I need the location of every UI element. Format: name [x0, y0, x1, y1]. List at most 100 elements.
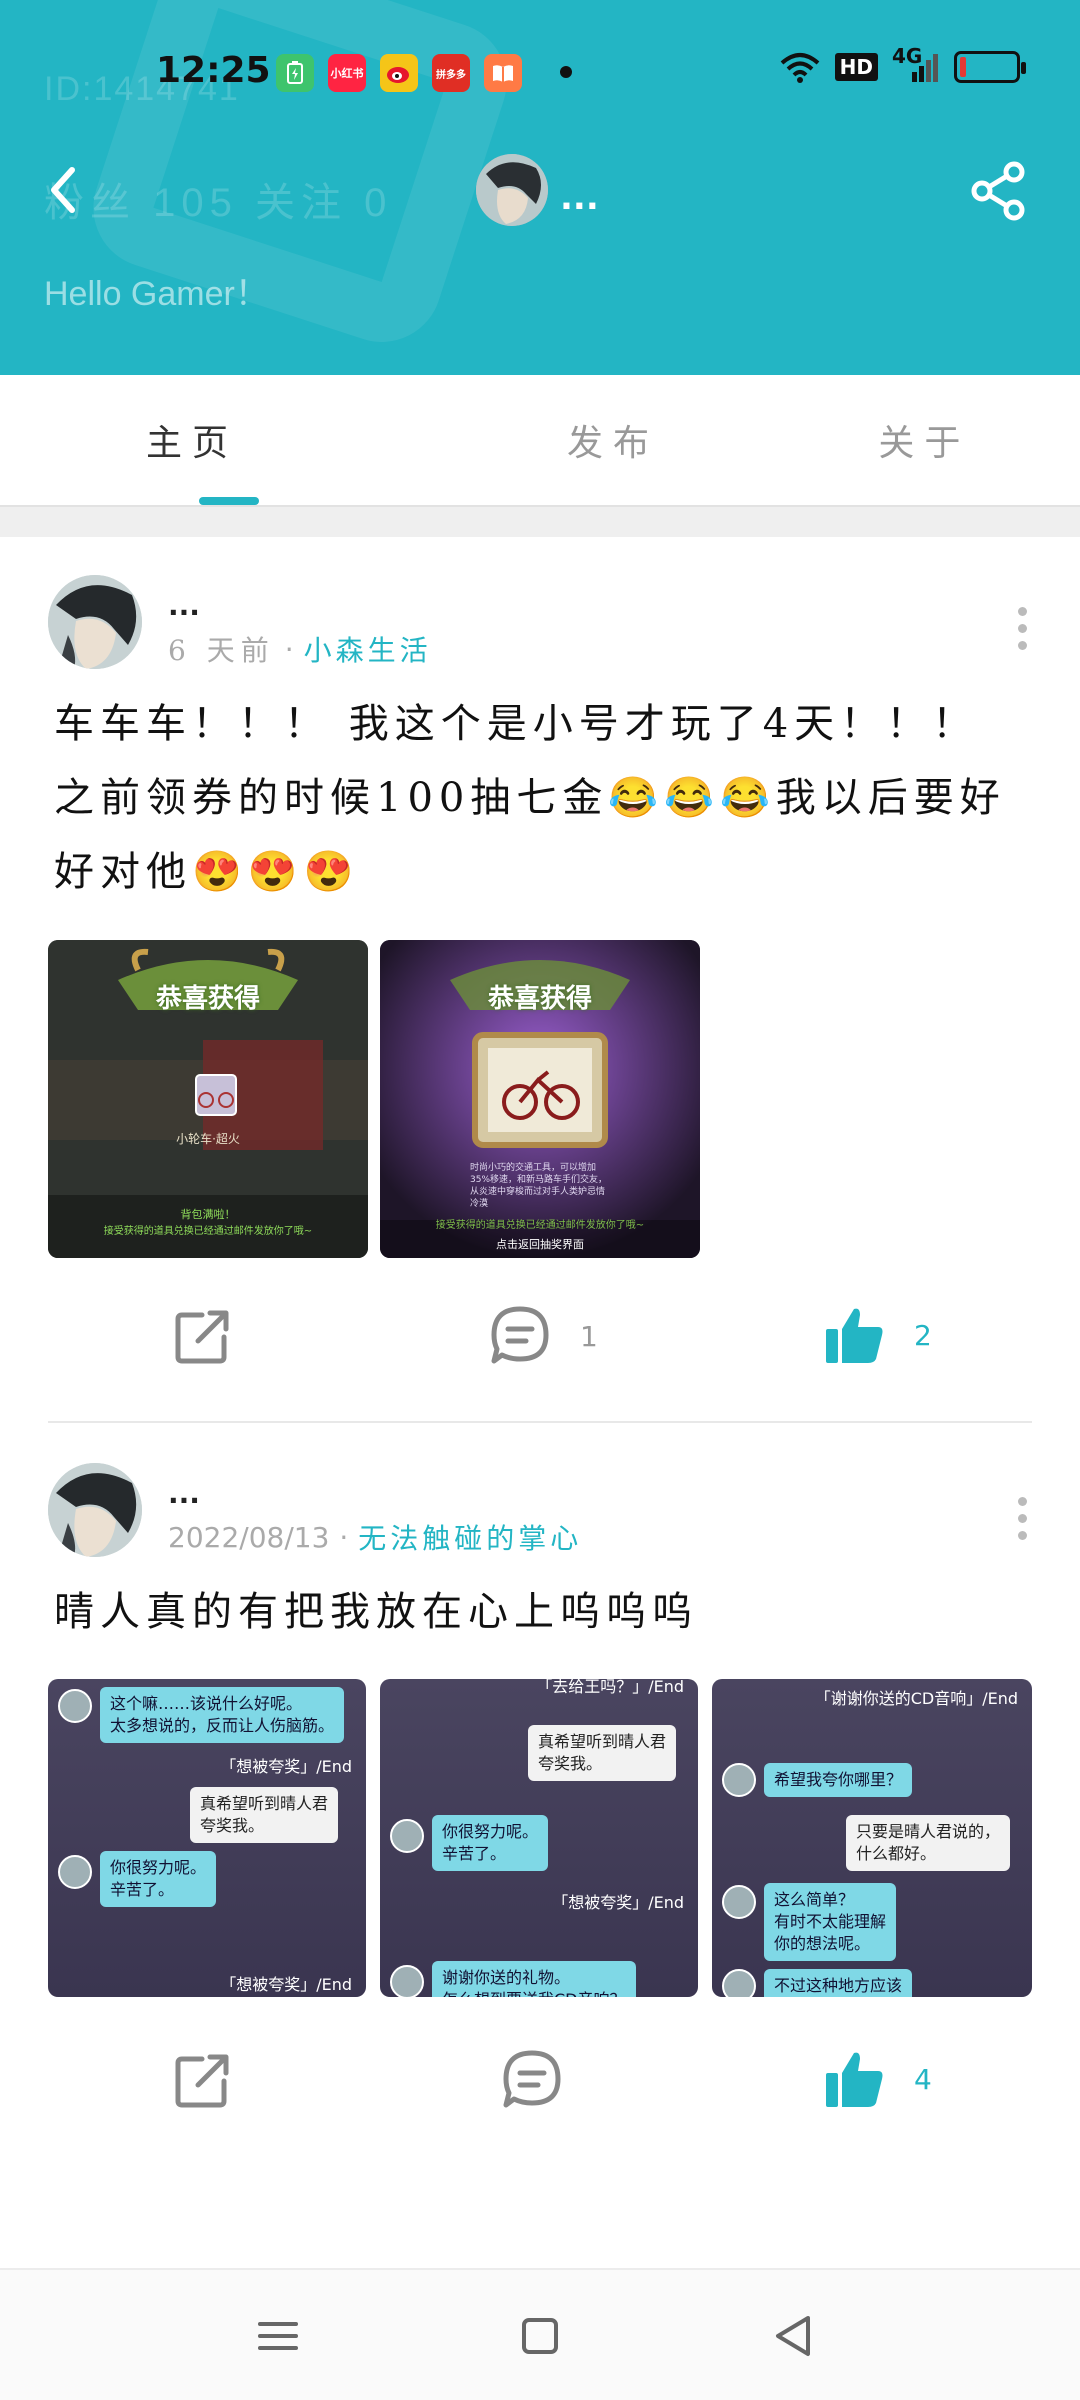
- chat-avatar: [722, 1763, 756, 1797]
- home-square-icon: [522, 2318, 558, 2354]
- reward-banner: 恭喜获得: [487, 984, 592, 1014]
- like-count: 2: [914, 1318, 932, 1352]
- reward-item-desc: 时尚小巧的交通工具，可以增加35%移速，和新马路车手们交友，从炎速中穿梭而过对手…: [470, 1163, 608, 1209]
- chat-end-tag: 「想被夸奖」/End: [220, 1975, 352, 1994]
- chat-bubble: 这么简单？ 有时不太能理解 你的想法呢。: [764, 1883, 897, 1961]
- author-name[interactable]: ...: [168, 1477, 200, 1510]
- post-meta: 6 天前 · 小森生活: [168, 629, 432, 669]
- post-image[interactable]: 恭喜获得 小轮车·超火 背包满啦！ 接受获得的道具兑换已经通过邮件发放你了哦~: [48, 940, 368, 1258]
- share-icon: [971, 161, 1025, 221]
- header-username: ...: [560, 178, 599, 218]
- profile-header: ID:1414741 粉丝 105 关注 0 Hello Gamer！ 12:2…: [0, 0, 1080, 375]
- external-share-icon: [175, 2054, 229, 2108]
- tab-posts[interactable]: 发布: [457, 375, 768, 505]
- post-topic[interactable]: 小森生活: [304, 629, 432, 669]
- comment-button[interactable]: [500, 2049, 592, 2111]
- reward-item-name: 小轮车·超火: [176, 1132, 240, 1146]
- like-button[interactable]: 2: [824, 1305, 932, 1365]
- chat-end-tag: 「去给王吗？」/End: [536, 1679, 684, 1696]
- post-time: 2022/08/13: [168, 1520, 330, 1554]
- thumbs-up-icon: [826, 1308, 883, 1363]
- hd-badge: HD: [834, 53, 878, 81]
- chat-end-tag: 「谢谢你送的CD音响」/End: [814, 1689, 1018, 1708]
- post-actions: 4: [0, 2049, 1080, 2149]
- system-nav-bar: [0, 2268, 1080, 2400]
- share-post-button[interactable]: [172, 2049, 234, 2111]
- back-triangle-icon: [776, 2316, 810, 2356]
- section-divider: [0, 505, 1080, 537]
- xiaohongshu-icon: 小红书: [328, 54, 366, 92]
- chat-end-tag: 「想被夸奖」/End: [552, 1893, 684, 1912]
- post-card: ... 6 天前 · 小森生活 车车车！！！ 我这个是小号才玩了4天！！！ 之前…: [0, 537, 1080, 1427]
- tab-home[interactable]: 主页: [0, 375, 457, 505]
- post-image[interactable]: 「谢谢你送的CD音响」/End 希望我夸你哪里？ 只要是晴人君说的， 什么都好。…: [712, 1679, 1032, 1997]
- status-time: 12:25: [156, 50, 271, 91]
- back-arrow-icon: [51, 167, 75, 213]
- battery-app-icon: [276, 54, 314, 92]
- chat-bubble: 只要是晴人君说的， 什么都好。: [845, 1815, 1010, 1871]
- chat-bubble: 不过这种地方应该: [764, 1969, 913, 1997]
- reward-footer: 背包满啦！: [180, 1208, 236, 1221]
- post-image[interactable]: 恭喜获得 时尚小巧的交通工具，可以增加35%移速，和新马路车手们交友，从炎速中穿…: [380, 940, 700, 1258]
- reward-footer: 接受获得的道具兑换已经通过邮件发放你了哦~: [435, 1220, 645, 1231]
- chat-bubble: 真希望听到晴人君 夸奖我。: [189, 1787, 338, 1843]
- chat-end-tag: 「想被夸奖」/End: [220, 1757, 352, 1776]
- return-to-draw-button: 点击返回抽奖界面: [496, 1238, 584, 1251]
- more-options-button[interactable]: [1014, 1497, 1030, 1540]
- reader-icon: [484, 54, 522, 92]
- chat-bubble: 谢谢你送的礼物。 怎么想到要送我CD音响？: [432, 1961, 636, 1997]
- chat-avatar: [390, 1819, 424, 1853]
- chat-avatar: [722, 1969, 756, 1997]
- avatar[interactable]: [48, 1463, 142, 1557]
- avatar[interactable]: [48, 575, 142, 669]
- thumbs-up-icon: [826, 2052, 883, 2107]
- status-bar: 12:25 小红书 拼多多 HD 4G: [0, 0, 1080, 140]
- more-options-button[interactable]: [1014, 607, 1030, 650]
- post-text: 车车车！！！ 我这个是小号才玩了4天！！！ 之前领券的时候100抽七金😂😂😂我以…: [54, 701, 1006, 895]
- back-button[interactable]: [40, 160, 90, 220]
- post-topic[interactable]: 无法触碰的掌心: [358, 1517, 582, 1557]
- comment-icon: [503, 2050, 561, 2108]
- chat-avatar: [58, 1689, 92, 1723]
- comment-icon: [491, 1306, 549, 1364]
- comment-button[interactable]: 1: [488, 1305, 598, 1367]
- chat-avatar: [722, 1885, 756, 1919]
- signal-icon: 4G: [892, 44, 940, 84]
- more-dot: [1017, 1514, 1027, 1523]
- chat-avatar: [390, 1965, 424, 1997]
- header-background-stats: 粉丝 105 关注 0: [44, 181, 393, 225]
- pinduoduo-icon: 拼多多: [432, 54, 470, 92]
- header-avatar[interactable]: [476, 154, 548, 226]
- chat-avatar: [58, 1855, 92, 1889]
- more-dot: [1017, 607, 1027, 616]
- post-meta: 2022/08/13 · 无法触碰的掌心: [168, 1517, 582, 1557]
- share-button[interactable]: [968, 160, 1030, 222]
- more-dot: [1017, 624, 1027, 633]
- author-name[interactable]: ...: [168, 589, 200, 622]
- menu-nav-button[interactable]: [248, 2306, 308, 2366]
- more-dot: [1017, 1531, 1027, 1540]
- post-image[interactable]: 这个嘛……该说什么好呢。 太多想说的，反而让人伤脑筋。 「想被夸奖」/End 真…: [48, 1679, 366, 1997]
- status-right: HD 4G: [779, 44, 1026, 84]
- reward-footer-note: 接受获得的道具兑换已经通过邮件发放你了哦~: [103, 1226, 313, 1237]
- meta-separator: ·: [284, 632, 294, 666]
- like-button[interactable]: 4: [824, 2049, 932, 2109]
- chat-bubble: 你很努力呢。 辛苦了。: [100, 1851, 217, 1907]
- chat-bubble: 你很努力呢。 辛苦了。: [432, 1815, 549, 1871]
- profile-tabs: 主页 发布 关于: [0, 375, 1080, 505]
- weibo-icon: [380, 54, 418, 92]
- share-post-button[interactable]: [172, 1305, 234, 1367]
- like-count: 4: [914, 2062, 932, 2096]
- header-greeting: Hello Gamer！: [44, 275, 269, 313]
- chat-bubble: 这个嘛……该说什么好呢。 太多想说的，反而让人伤脑筋。: [100, 1687, 345, 1743]
- post-text: 晴人真的有把我放在心上呜呜呜: [54, 1589, 698, 1635]
- back-nav-button[interactable]: [764, 2306, 824, 2366]
- reward-banner: 恭喜获得: [155, 984, 260, 1014]
- menu-icon: [258, 2322, 298, 2350]
- home-nav-button[interactable]: [510, 2306, 570, 2366]
- chat-bubble: 真希望听到晴人君 夸奖我。: [527, 1725, 676, 1781]
- tab-about[interactable]: 关于: [769, 375, 1080, 505]
- post-image[interactable]: 「去给王吗？」/End 真希望听到晴人君 夸奖我。 你很努力呢。 辛苦了。 「想…: [380, 1679, 698, 1997]
- notification-dot: [560, 66, 572, 78]
- post-actions: 1 2: [0, 1305, 1080, 1405]
